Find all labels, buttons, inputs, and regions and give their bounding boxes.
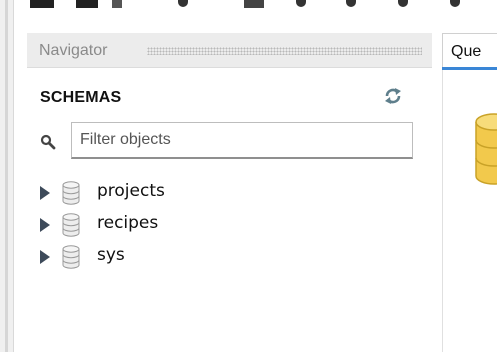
schema-row-projects[interactable]: projects [40, 178, 420, 210]
schema-row-sys[interactable]: sys [40, 242, 420, 274]
toolbar [0, 0, 497, 24]
panel-drag-grip[interactable] [147, 47, 422, 55]
database-icon [62, 245, 80, 269]
database-icon [475, 113, 497, 185]
toolbar-icon-4[interactable] [178, 0, 188, 7]
toolbar-icon-1[interactable] [30, 0, 54, 8]
search-icon [40, 134, 56, 150]
refresh-icon[interactable] [383, 87, 403, 105]
left-sidebar-strip [0, 0, 14, 352]
schema-row-recipes[interactable]: recipes [40, 210, 420, 242]
navigator-panel: Navigator SCHEMAS pro [27, 33, 432, 352]
expand-arrow-icon[interactable] [40, 250, 50, 264]
database-icon [62, 181, 80, 205]
toolbar-icon-9[interactable] [450, 0, 460, 7]
schema-tree: projects recipes sys [40, 178, 420, 274]
tab-query-label: Que [451, 43, 482, 60]
expand-arrow-icon[interactable] [40, 218, 50, 232]
sidebar-rail [5, 0, 8, 352]
toolbar-icon-5[interactable] [244, 0, 264, 8]
panel-splitter[interactable] [432, 24, 442, 352]
database-icon [62, 213, 80, 237]
schema-label: projects [97, 181, 165, 201]
toolbar-icon-8[interactable] [398, 0, 408, 7]
workbench-window: Navigator SCHEMAS pro [0, 0, 497, 352]
tab-query[interactable]: Que [442, 33, 497, 68]
toolbar-icon-2[interactable] [76, 0, 98, 8]
navigator-header: Navigator [27, 33, 432, 68]
expand-arrow-icon[interactable] [40, 186, 50, 200]
navigator-title: Navigator [39, 42, 108, 59]
filter-objects-input[interactable] [71, 122, 413, 159]
schemas-section-label: SCHEMAS [40, 89, 122, 106]
toolbar-icon-3[interactable] [112, 0, 122, 8]
schema-label: sys [97, 245, 125, 265]
toolbar-icon-6[interactable] [296, 0, 306, 7]
toolbar-icon-7[interactable] [346, 0, 356, 7]
schema-label: recipes [97, 213, 159, 233]
